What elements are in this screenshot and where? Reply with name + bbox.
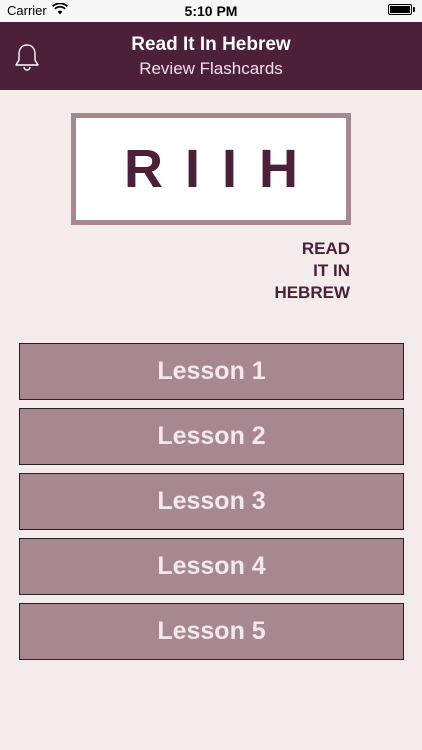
lesson-label: Lesson 2 [157,422,266,450]
status-time: 5:10 PM [184,3,238,19]
logo-word-read: READ [301,239,350,258]
logo-word-it-in: IT IN [313,261,350,280]
battery-tip [413,7,415,12]
lesson-label: Lesson 3 [157,487,266,515]
lesson-5-button[interactable]: Lesson 5 [19,603,404,660]
battery-icon [388,4,412,15]
nav-title: Read It In Hebrew [131,34,291,55]
status-right [388,4,415,15]
logo-word-hebrew: HEBREW [274,283,350,302]
nav-subtitle: Review Flashcards [139,59,283,78]
lesson-label: Lesson 4 [157,552,266,580]
logo-words: READ IT IN HEBREW [274,238,350,304]
lesson-label: Lesson 5 [157,617,266,645]
lesson-label: Lesson 1 [157,357,266,385]
status-bar: Carrier 5:10 PM [0,0,422,22]
logo-letters: RIIH [124,139,320,199]
lesson-1-button[interactable]: Lesson 1 [19,343,404,400]
lesson-4-button[interactable]: Lesson 4 [19,538,404,595]
riih-logo: RIIH [71,113,351,225]
battery-fill [390,6,410,13]
lesson-2-button[interactable]: Lesson 2 [19,408,404,465]
nav-bar: Read It In Hebrew Review Flashcards [0,22,422,90]
lesson-3-button[interactable]: Lesson 3 [19,473,404,530]
lesson-list: Lesson 1 Lesson 2 Lesson 3 Lesson 4 Less… [19,343,404,668]
